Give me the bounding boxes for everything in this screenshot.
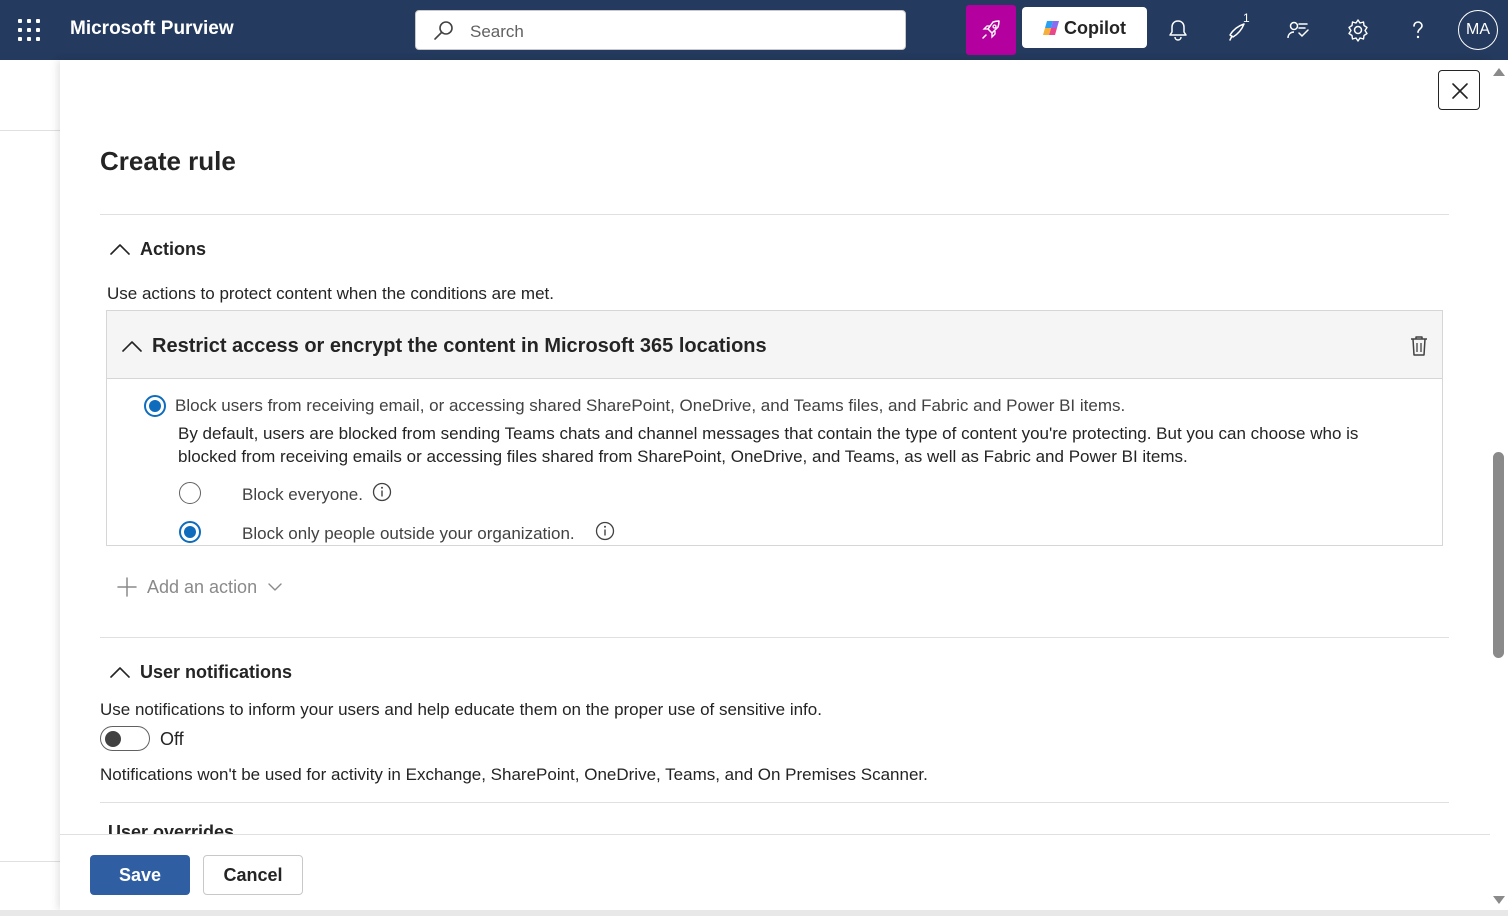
info-icon[interactable] [372,482,392,502]
search-icon [434,21,453,40]
scrollbar-thumb[interactable] [1493,452,1504,658]
block-users-help-text: blocked from receiving emails or accessi… [178,447,1188,466]
page-title: Create rule [100,146,236,176]
close-button[interactable] [1438,70,1480,110]
background-divider [0,130,60,131]
action-card-title: Restrict access or encrypt the content i… [152,335,767,357]
bell-icon[interactable] [1164,16,1192,44]
people-connect-icon[interactable] [1284,16,1312,44]
app-launcher-icon[interactable] [18,19,40,41]
actions-section-toggle[interactable]: Actions [108,237,206,261]
scroll-down-arrow-icon[interactable] [1493,896,1505,904]
actions-description: Use actions to protect content when the … [107,284,554,303]
chevron-up-icon[interactable] [121,335,143,357]
section-divider [100,802,1449,803]
user-overrides-heading: User overrides [108,822,235,834]
chevron-up-icon [110,667,130,678]
cancel-button[interactable]: Cancel [203,855,303,895]
actions-heading: Actions [140,238,207,259]
info-icon[interactable] [595,521,615,541]
search-box[interactable]: Search [415,10,906,50]
notifications-toggle-label: Off [160,729,184,749]
chevron-down-icon [268,583,282,591]
avatar[interactable]: MA [1458,10,1498,50]
search-input[interactable]: Search [470,22,524,42]
horizontal-scrollbar [0,910,1508,916]
background-divider [0,861,60,862]
delete-icon[interactable] [1409,335,1429,357]
block-users-option-label: Block users from receiving email, or acc… [175,396,1126,415]
block-everyone-radio[interactable] [179,482,201,504]
notifications-toggle[interactable] [100,726,150,751]
add-action-button[interactable]: Add an action [116,576,283,598]
notifications-heading: User notifications [140,661,293,682]
block-outside-org-label: Block only people outside your organizat… [242,524,575,543]
toggle-knob [105,730,121,747]
notifications-section-toggle[interactable]: User notifications [108,660,292,684]
rocket-icon [982,20,1000,39]
add-action-label: Add an action [147,576,258,597]
help-icon[interactable] [1404,16,1432,44]
top-bar: Microsoft Purview Search Copilot 1 MA [0,0,1508,60]
notifications-description: Use notifications to inform your users a… [100,700,822,719]
plus-icon [117,577,137,597]
section-divider [100,637,1449,638]
block-users-help-text: By default, users are blocked from sendi… [178,424,1359,443]
background-page [0,60,60,916]
scroll-up-arrow-icon[interactable] [1493,68,1505,76]
chevron-up-icon [110,244,130,255]
save-button[interactable]: Save [90,855,190,895]
close-icon [1452,83,1468,99]
copilot-logo-icon [1043,21,1059,35]
notification-badge: 1 [1243,11,1250,25]
notifications-note: Notifications won't be used for activity… [100,765,928,784]
block-users-radio[interactable] [144,395,166,417]
block-outside-org-radio[interactable] [179,521,201,543]
copilot-label: Copilot [1064,18,1126,38]
block-everyone-label: Block everyone. [242,485,363,504]
app-title[interactable]: Microsoft Purview [70,18,234,40]
settings-gear-icon[interactable] [1344,16,1372,44]
rocket-button[interactable] [966,5,1016,55]
copilot-button[interactable]: Copilot [1022,7,1147,48]
action-card-header[interactable]: Restrict access or encrypt the content i… [107,311,1442,379]
section-divider [100,214,1449,215]
